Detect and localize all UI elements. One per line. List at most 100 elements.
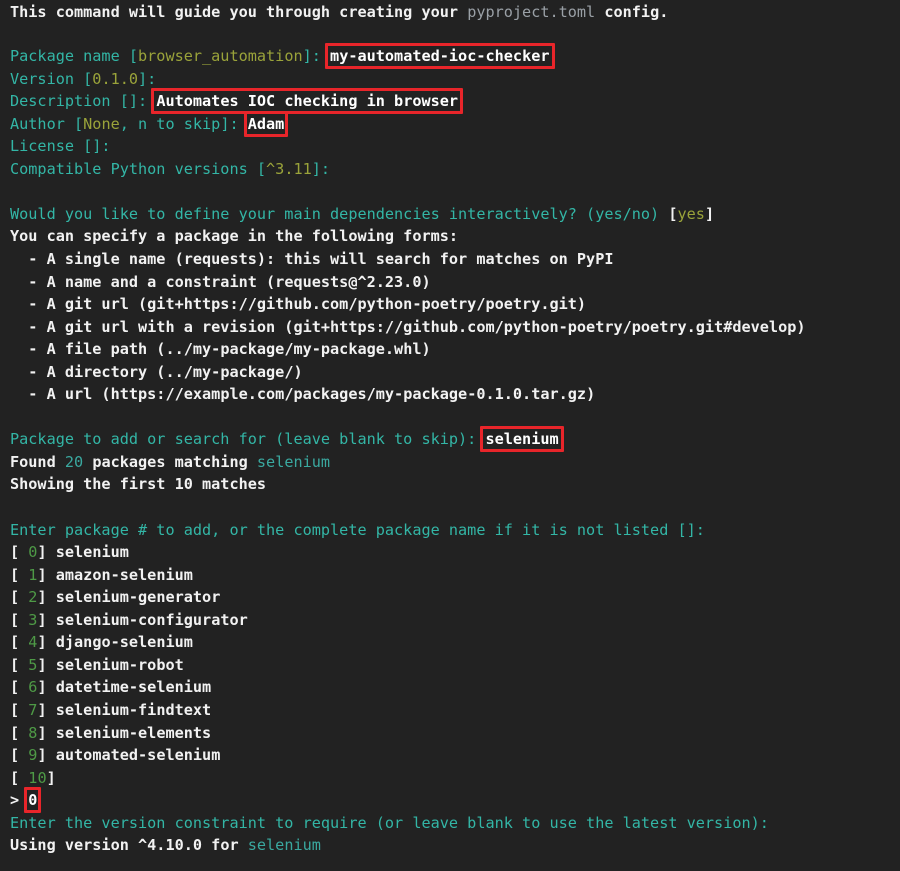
version-label-end: ]: bbox=[138, 69, 157, 88]
form-prefix: - A url ( bbox=[10, 385, 111, 404]
author-input[interactable]: Adam bbox=[248, 115, 285, 133]
package-list-item[interactable]: [ 7] selenium-findtext bbox=[0, 699, 900, 722]
bracket-close: ] bbox=[37, 746, 56, 765]
package-list-item[interactable]: [ 10] bbox=[0, 767, 900, 790]
version-default: 0.1.0 bbox=[92, 69, 139, 88]
intro-text-a: This command will guide you through crea… bbox=[10, 3, 468, 21]
python-versions-default: ^3.11 bbox=[266, 159, 312, 178]
package-search-label: Package to add or search for (leave blan… bbox=[10, 430, 486, 449]
package-list-item[interactable]: [ 5] selenium-robot bbox=[0, 654, 900, 677]
prompt-caret: > bbox=[10, 791, 29, 810]
package-list-item[interactable]: [ 3] selenium-configurator bbox=[0, 609, 900, 632]
found-mid: packages matching bbox=[83, 452, 257, 471]
bracket-close: ] bbox=[37, 700, 56, 719]
terminal-window: This command will guide you through crea… bbox=[0, 0, 900, 871]
form-prefix: - A git url ( bbox=[10, 295, 148, 314]
form-item: - A url (https://example.com/packages/my… bbox=[0, 383, 900, 406]
author-label-end: , n to skip]: bbox=[119, 114, 248, 133]
form-code: requests@^2.23.0 bbox=[275, 272, 422, 291]
form-prefix: - A git url with a revision ( bbox=[10, 317, 294, 336]
version-label: Version [ bbox=[10, 69, 93, 88]
form-item: - A git url (git+https://github.com/pyth… bbox=[0, 293, 900, 316]
package-name: amazon-selenium bbox=[55, 565, 193, 584]
package-index: 10 bbox=[28, 768, 47, 787]
dependencies-bracket-close: ] bbox=[704, 204, 715, 223]
form-prefix: - A name and a constraint ( bbox=[10, 272, 276, 291]
form-code: git+https://github.com/python-poetry/poe… bbox=[293, 317, 797, 336]
form-suffix: ) bbox=[576, 295, 587, 314]
python-versions-label-end: ]: bbox=[311, 159, 331, 178]
package-name: selenium-robot bbox=[55, 655, 184, 674]
package-list-item[interactable]: [ 8] selenium-elements bbox=[0, 722, 900, 745]
forms-header-text: You can specify a package in the followi… bbox=[10, 227, 459, 246]
python-versions-label: Compatible Python versions [ bbox=[10, 159, 267, 178]
bracket-open: [ bbox=[10, 588, 29, 607]
bracket-close: ] bbox=[37, 588, 56, 607]
bracket-open: [ bbox=[10, 746, 29, 765]
package-list-item[interactable]: [ 0] selenium bbox=[0, 541, 900, 564]
form-item: - A file path (../my-package/my-package.… bbox=[0, 338, 900, 361]
package-name: selenium-configurator bbox=[55, 610, 248, 629]
package-list-item[interactable]: [ 2] selenium-generator bbox=[0, 586, 900, 609]
form-item: - A single name (requests): this will se… bbox=[0, 248, 900, 271]
pyproject-toml-filename: pyproject.toml bbox=[467, 3, 596, 21]
bracket-close: ] bbox=[37, 723, 56, 742]
search-found-line: Found 20 packages matching selenium bbox=[0, 451, 900, 474]
form-code: ../my-package/my-package.whl bbox=[165, 340, 422, 359]
user-selection-line: > 0 bbox=[0, 789, 900, 812]
form-suffix: ) bbox=[796, 317, 806, 336]
package-list-item[interactable]: [ 6] datetime-selenium bbox=[0, 676, 900, 699]
bracket-open: [ bbox=[10, 633, 29, 652]
prompt-python-versions: Compatible Python versions [^3.11]: bbox=[0, 158, 900, 181]
package-name-input[interactable]: my-automated-ioc-checker bbox=[330, 47, 549, 65]
prompt-dependencies-interactive: Would you like to define your main depen… bbox=[0, 203, 900, 226]
bracket-open: [ bbox=[10, 700, 29, 719]
package-name: django-selenium bbox=[55, 633, 193, 652]
package-list-item[interactable]: [ 1] amazon-selenium bbox=[0, 564, 900, 587]
package-name: automated-selenium bbox=[55, 746, 221, 765]
package-search-input[interactable]: selenium bbox=[485, 430, 558, 448]
package-name-label: Package name [ bbox=[10, 47, 139, 66]
using-version-package: selenium bbox=[247, 836, 321, 855]
form-code: https://example.com/packages/my-package-… bbox=[110, 385, 587, 404]
showing-text: Showing the first 10 matches bbox=[10, 475, 267, 494]
package-selection-input[interactable]: 0 bbox=[28, 791, 37, 809]
form-code: ../my-package/ bbox=[165, 362, 294, 381]
form-prefix: - A file path ( bbox=[10, 340, 166, 359]
package-name: datetime-selenium bbox=[55, 678, 212, 697]
found-count: 20 bbox=[64, 452, 84, 471]
using-version-mid: for bbox=[202, 836, 248, 855]
dependencies-question-label: Would you like to define your main depen… bbox=[10, 204, 669, 223]
form-suffix: ): this will search for matches on PyPI bbox=[256, 250, 614, 269]
prompt-version: Version [0.1.0]: bbox=[0, 68, 900, 91]
package-list-item[interactable]: [ 9] automated-selenium bbox=[0, 744, 900, 767]
bracket-close: ] bbox=[37, 543, 56, 562]
bracket-close: ] bbox=[46, 768, 56, 787]
package-name: selenium bbox=[55, 543, 129, 562]
license-label: License []: bbox=[10, 137, 111, 156]
bracket-close: ] bbox=[37, 610, 56, 629]
bracket-close: ] bbox=[37, 565, 56, 584]
dependencies-default-value: yes bbox=[677, 204, 705, 223]
found-query: selenium bbox=[256, 452, 331, 471]
package-list-item[interactable]: [ 4] django-selenium bbox=[0, 631, 900, 654]
package-name-default: browser_automation bbox=[138, 47, 303, 66]
resolved-version: ^4.10.0 bbox=[138, 836, 203, 855]
author-default: None bbox=[83, 114, 120, 133]
using-version-prefix: Using version bbox=[10, 836, 139, 855]
bracket-open: [ bbox=[10, 655, 29, 674]
prompt-license: License []: bbox=[0, 135, 900, 158]
bracket-open: [ bbox=[10, 678, 29, 697]
description-label: Description []: bbox=[10, 92, 157, 111]
bracket-close: ] bbox=[37, 678, 56, 697]
description-input[interactable]: Automates IOC checking in browser bbox=[156, 92, 458, 110]
bracket-open: [ bbox=[10, 565, 29, 584]
package-name-label-end: ]: bbox=[302, 47, 331, 66]
bracket-open: [ bbox=[10, 768, 29, 787]
prompt-version-constraint: Enter the version constraint to require … bbox=[0, 812, 900, 835]
forms-header: You can specify a package in the followi… bbox=[0, 225, 900, 248]
package-name: selenium-generator bbox=[55, 588, 221, 607]
bracket-open: [ bbox=[10, 723, 29, 742]
author-label: Author [ bbox=[10, 114, 84, 133]
